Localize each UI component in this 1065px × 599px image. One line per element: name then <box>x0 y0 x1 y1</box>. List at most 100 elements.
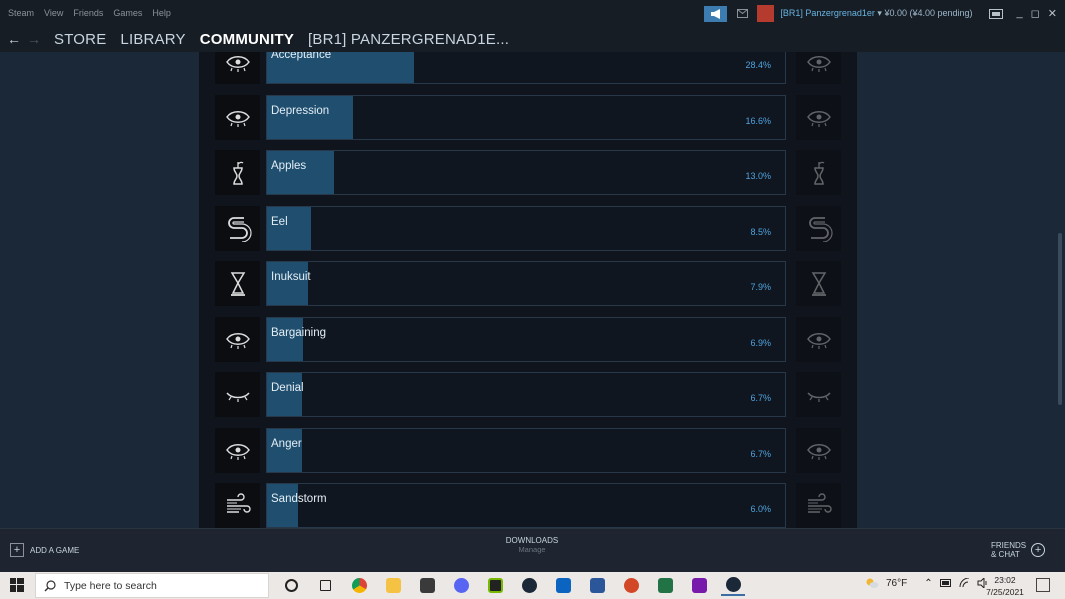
achievement-icon-locked <box>796 483 841 528</box>
eye-icon <box>806 111 831 127</box>
notification-center-icon[interactable] <box>1036 578 1050 592</box>
taskbar-clock[interactable]: 23:02 7/25/2021 <box>985 574 1025 598</box>
word-icon[interactable] <box>585 574 609 596</box>
achievement-list: Acceptance 28.4% Depression 16.6% Apples 13.0… <box>199 52 857 528</box>
account-menu[interactable]: [BR1] Panzergrenad1er ▾ ¥0.00 (¥4.00 pen… <box>780 8 972 19</box>
progress-fill <box>267 262 308 305</box>
menu-games[interactable]: Games <box>113 8 142 18</box>
taskbar-search[interactable]: Type here to search <box>35 573 269 598</box>
achievement-icon <box>215 316 260 362</box>
search-icon <box>44 579 56 591</box>
back-button[interactable]: ← <box>4 31 24 47</box>
achievement-row[interactable]: Anger 6.7% <box>215 427 841 473</box>
task-view-icon[interactable] <box>313 574 337 596</box>
weather-temp[interactable]: 76°F <box>886 578 907 589</box>
nvidia-icon[interactable] <box>483 574 507 596</box>
nav-profile[interactable]: [BR1] PANZERGRENAD1E... <box>308 31 509 48</box>
cortana-icon[interactable] <box>279 574 303 596</box>
menu-steam[interactable]: Steam <box>8 8 34 18</box>
bottom-bar: + ADD A GAME DOWNLOADS Manage FRIENDS & … <box>0 528 1065 573</box>
achievement-percent: 6.7% <box>750 393 771 403</box>
notifications-button[interactable] <box>733 6 751 22</box>
chrome-icon[interactable] <box>347 574 371 596</box>
achievement-row[interactable]: Eel 8.5% <box>215 205 841 251</box>
achievement-progress: Bargaining 6.9% <box>266 316 786 362</box>
achievement-progress: Inuksuit 7.9% <box>266 261 786 306</box>
progress-fill <box>267 95 353 139</box>
achievement-icon-locked <box>796 94 841 140</box>
avatar[interactable] <box>757 5 775 22</box>
achievement-percent: 28.4% <box>745 60 771 70</box>
friends-label-line1: FRIENDS <box>991 541 1027 550</box>
windows-start-icon[interactable] <box>10 578 24 592</box>
achievement-row[interactable]: Depression 16.6% <box>215 94 841 140</box>
achievement-row[interactable]: Denial 6.7% <box>215 372 841 417</box>
menu-friends[interactable]: Friends <box>73 8 103 18</box>
steam-icon[interactable] <box>517 574 541 596</box>
excel-icon[interactable] <box>653 574 677 596</box>
close-button[interactable]: ✕ <box>1048 7 1057 20</box>
menu-view[interactable]: View <box>44 8 63 18</box>
inuksuk-icon <box>811 271 826 296</box>
achievement-row[interactable]: Sandstorm 6.0% <box>215 483 841 528</box>
weather-icon[interactable] <box>865 577 879 589</box>
achievement-icon <box>215 94 260 140</box>
nav-library[interactable]: LIBRARY <box>120 31 185 48</box>
add-game-label: ADD A GAME <box>30 545 80 555</box>
steam-active-icon[interactable] <box>721 574 745 596</box>
onenote-icon[interactable] <box>687 574 711 596</box>
menu-help[interactable]: Help <box>152 8 171 18</box>
megaphone-icon <box>710 8 720 19</box>
nav-community[interactable]: COMMUNITY <box>200 31 294 48</box>
achievement-row[interactable]: Apples 13.0% <box>215 150 841 195</box>
achievement-icon-locked <box>796 372 841 417</box>
achievement-progress: Denial 6.7% <box>266 372 786 417</box>
forward-button[interactable]: → <box>24 31 44 47</box>
big-picture-icon[interactable] <box>988 8 1003 19</box>
powerpoint-icon[interactable] <box>619 574 643 596</box>
announcement-button[interactable] <box>704 5 728 22</box>
minimize-button[interactable]: _ <box>1017 7 1023 20</box>
achievement-progress: Acceptance 28.4% <box>266 52 786 84</box>
achievement-icon <box>215 483 260 528</box>
tray-chevron-icon[interactable]: ⌃ <box>924 578 932 589</box>
system-tray: 76°F ⌃ <box>865 577 989 589</box>
eye-icon <box>225 333 250 349</box>
downloads-button[interactable]: DOWNLOADS Manage <box>500 536 564 554</box>
achievement-name: Eel <box>271 215 288 228</box>
battery-icon[interactable] <box>939 579 952 587</box>
envelope-icon <box>736 9 748 18</box>
wifi-icon[interactable] <box>959 578 970 588</box>
achievement-row[interactable]: Inuksuit 7.9% <box>215 261 841 306</box>
title-bar: Steam View Friends Games Help [BR1] Panz… <box>0 0 1065 26</box>
achievement-icon <box>215 261 260 306</box>
outlook-icon[interactable] <box>551 574 575 596</box>
friends-chat-label: FRIENDS & CHAT <box>991 541 1026 559</box>
eye-icon <box>806 55 831 72</box>
achievement-row[interactable]: Bargaining 6.9% <box>215 316 841 362</box>
achievement-row[interactable]: Acceptance 28.4% <box>215 52 841 84</box>
downloads-label: DOWNLOADS <box>505 536 559 545</box>
clock-time: 23:02 <box>994 575 1016 585</box>
add-game-button[interactable]: + ADD A GAME <box>10 543 79 557</box>
achievement-percent: 7.9% <box>750 282 771 292</box>
achievement-icon-locked <box>796 261 841 306</box>
eye-icon <box>225 55 250 72</box>
progress-fill <box>267 373 302 416</box>
discord-icon[interactable] <box>449 574 473 596</box>
wind-icon <box>226 492 251 513</box>
progress-fill <box>267 317 303 361</box>
wallet-balance: ▾ ¥0.00 (¥4.00 pending) <box>877 8 973 18</box>
store-icon[interactable] <box>415 574 439 596</box>
achievement-icon <box>215 52 260 84</box>
achievement-progress: Apples 13.0% <box>266 150 786 195</box>
eye-icon <box>225 444 250 460</box>
file-explorer-icon[interactable] <box>381 574 405 596</box>
achievement-percent: 6.0% <box>750 504 771 514</box>
nav-store[interactable]: STORE <box>54 31 106 48</box>
clock-date: 7/25/2021 <box>986 587 1024 597</box>
friends-chat-button[interactable]: FRIENDS & CHAT + <box>991 541 1046 559</box>
maximize-button[interactable]: ◻ <box>1031 7 1040 20</box>
account-name: [BR1] Panzergrenad1er <box>780 8 875 18</box>
scrollbar[interactable] <box>1058 233 1062 405</box>
